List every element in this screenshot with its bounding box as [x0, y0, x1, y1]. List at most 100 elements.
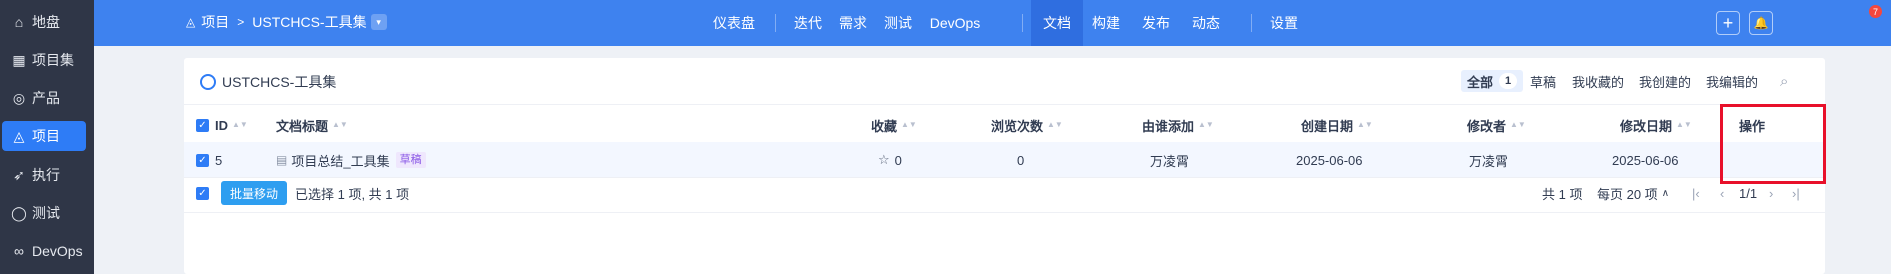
star-icon[interactable]: ☆	[878, 152, 890, 168]
per-page-label: 每页 20 项	[1597, 186, 1658, 202]
last-page-icon[interactable]: ›|	[1792, 184, 1800, 202]
row-modifier: 万凌霄	[1469, 153, 1509, 169]
nav-build[interactable]: 构建	[1086, 0, 1126, 46]
sort-icon: ▲▼	[1510, 120, 1526, 129]
breadcrumb: ◬ 项目 > USTCHCS-工具集 ▾	[186, 12, 387, 32]
nav-docs[interactable]: 文档	[1031, 0, 1083, 46]
notification-badge: 7	[1869, 5, 1882, 18]
select-all-checkbox[interactable]: ✓	[196, 118, 209, 132]
nav-devops[interactable]: DevOps	[925, 0, 985, 46]
plus-icon: +	[1722, 12, 1734, 33]
filter-edited[interactable]: 我编辑的	[1706, 70, 1758, 92]
collect-count: 0	[894, 152, 902, 168]
column-header-added-by[interactable]: 由谁添加 ▲▼	[1142, 114, 1214, 136]
sort-icon: ▲▼	[332, 120, 348, 129]
column-header-views[interactable]: 浏览次数 ▲▼	[991, 114, 1063, 136]
prev-page-icon[interactable]: ‹	[1720, 184, 1724, 202]
first-page-icon[interactable]: |‹	[1692, 184, 1700, 202]
column-label: 收藏	[871, 118, 898, 134]
chevron-right-icon: >	[237, 15, 245, 29]
bell-icon: 🔔	[1753, 16, 1769, 30]
column-label: 修改日期	[1620, 118, 1673, 134]
divider	[184, 177, 1825, 178]
sidebar-item-programs[interactable]: ▦ 项目集	[2, 45, 86, 75]
sidebar-item-label: 项目集	[32, 52, 74, 68]
column-header-id[interactable]: ✓ ID ▲▼	[196, 114, 248, 136]
nav-divider	[1251, 14, 1252, 32]
row-modified-date: 2025-06-06	[1612, 152, 1679, 168]
column-header-modifier[interactable]: 修改者 ▲▼	[1467, 114, 1526, 136]
sort-icon: ▲▼	[1676, 120, 1692, 129]
sidebar-item-execution[interactable]: ➶ 执行	[2, 160, 86, 190]
footer-checkbox[interactable]: ✓	[196, 186, 209, 200]
row-id: 5	[215, 152, 223, 168]
divider	[184, 104, 1825, 105]
filter-all-label: 全部	[1467, 74, 1494, 90]
column-header-title[interactable]: 文档标题 ▲▼	[276, 114, 348, 136]
topbar: ◬ 项目 > USTCHCS-工具集 ▾ 仪表盘 迭代 需求 测试 DevOps…	[94, 0, 1891, 46]
batch-move-button[interactable]: 批量移动	[221, 181, 287, 205]
bulb-icon: ◎	[12, 89, 26, 106]
column-header-created-date[interactable]: 创建日期 ▲▼	[1301, 114, 1373, 136]
library-icon	[200, 74, 216, 90]
search-icon[interactable]: ⌕	[1780, 70, 1788, 92]
project-icon: ◬	[13, 127, 25, 144]
column-label: 创建日期	[1301, 118, 1354, 134]
sidebar: ⌂ 地盘 ▦ 项目集 ◎ 产品 ◬ 项目 ➶ 执行 ◯ 测试 ∞ DevOps	[0, 0, 94, 274]
column-label: ID	[215, 117, 228, 133]
notification-button[interactable]: 🔔	[1749, 11, 1773, 35]
row-added-by: 万凌霄	[1150, 153, 1190, 169]
column-header-modified-date[interactable]: 修改日期 ▲▼	[1620, 114, 1692, 136]
sort-icon: ▲▼	[901, 120, 917, 129]
breadcrumb-current[interactable]: USTCHCS-工具集	[252, 12, 366, 32]
nav-dashboard[interactable]: 仪表盘	[706, 0, 762, 46]
sort-icon: ▲▼	[1047, 120, 1063, 129]
column-label: 浏览次数	[991, 118, 1044, 134]
nav-test[interactable]: 测试	[880, 0, 916, 46]
sidebar-item-label: DevOps	[32, 243, 83, 259]
filter-draft[interactable]: 草稿	[1530, 70, 1556, 92]
nav-requirements[interactable]: 需求	[835, 0, 871, 46]
nav-settings[interactable]: 设置	[1264, 0, 1304, 46]
filter-all[interactable]: 全部 1	[1461, 70, 1524, 92]
filter-favorites[interactable]: 我收藏的	[1572, 70, 1624, 92]
filter-count: 1	[1499, 73, 1518, 89]
test-icon: ◯	[11, 204, 27, 221]
document-title-link[interactable]: 项目总结_工具集	[291, 151, 389, 170]
table-row[interactable]	[184, 142, 1825, 177]
page-indicator: 1/1	[1739, 185, 1758, 201]
row-views: 0	[1017, 152, 1025, 168]
sidebar-item-product[interactable]: ◎ 产品	[2, 83, 86, 113]
nav-release[interactable]: 发布	[1136, 0, 1176, 46]
sidebar-item-project[interactable]: ◬ 项目	[2, 121, 86, 151]
per-page-select[interactable]: 每页 20 项 ∧	[1597, 184, 1669, 202]
sidebar-item-label: 产品	[32, 90, 60, 106]
row-checkbox[interactable]: ✓	[196, 153, 209, 167]
rocket-icon: ➶	[13, 166, 25, 183]
sort-icon: ▲▼	[232, 120, 248, 129]
sidebar-item-home[interactable]: ⌂ 地盘	[2, 7, 86, 37]
breadcrumb-root[interactable]: 项目	[201, 12, 229, 32]
home-icon: ⌂	[14, 14, 24, 30]
column-header-collect[interactable]: 收藏 ▲▼	[871, 114, 917, 136]
document-icon: ▤	[276, 153, 288, 167]
next-page-icon[interactable]: ›	[1769, 184, 1773, 202]
column-label: 由谁添加	[1142, 118, 1195, 134]
nav-iteration[interactable]: 迭代	[790, 0, 826, 46]
chevron-down-icon[interactable]: ▾	[370, 14, 387, 30]
sidebar-item-label: 测试	[32, 205, 60, 221]
add-button[interactable]: +	[1716, 11, 1740, 35]
footer-select-all[interactable]: ✓	[196, 184, 215, 202]
doc-panel: USTCHCS-工具集 全部 1 草稿 我收藏的 我创建的 我编辑的 ⌕ ✓ ID ▲…	[184, 58, 1825, 274]
draft-tag: 草稿	[395, 152, 426, 168]
sidebar-item-test[interactable]: ◯ 测试	[2, 198, 86, 228]
infinity-icon: ∞	[14, 243, 24, 259]
row-id-cell: ✓ 5	[196, 150, 222, 170]
nav-activity[interactable]: 动态	[1186, 0, 1226, 46]
sidebar-item-label: 执行	[32, 167, 60, 183]
sidebar-item-devops[interactable]: ∞ DevOps	[2, 236, 86, 266]
filter-created[interactable]: 我创建的	[1639, 70, 1691, 92]
chevron-up-icon: ∧	[1661, 187, 1670, 199]
highlight-box	[1720, 104, 1826, 184]
column-label: 文档标题	[276, 118, 329, 134]
